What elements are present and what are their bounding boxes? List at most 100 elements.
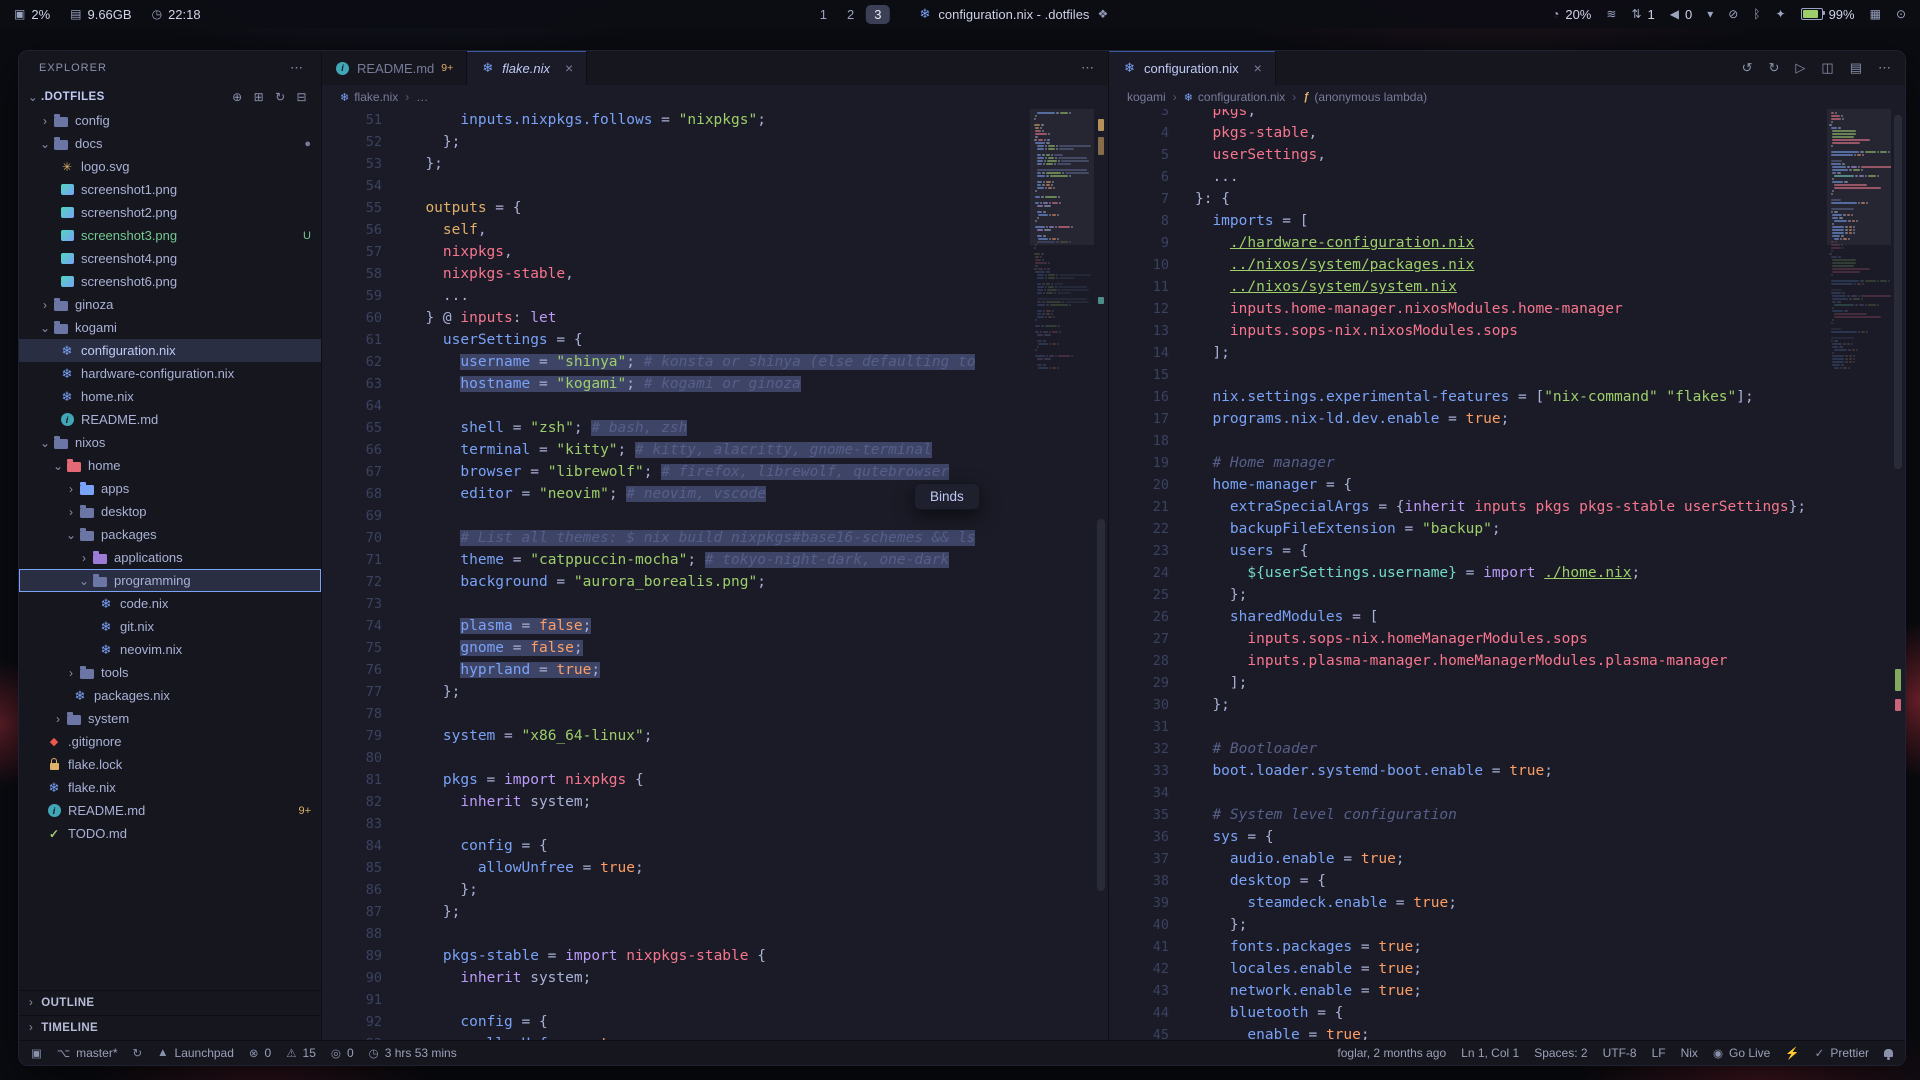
file-todo-md[interactable]: ✓TODO.md <box>19 822 321 845</box>
remote[interactable]: ▣ <box>31 1046 42 1060</box>
folder-home[interactable]: ⌄home <box>19 454 321 477</box>
file-screenshot2-png[interactable]: screenshot2.png <box>19 201 321 224</box>
git-branch[interactable]: ⌥master* <box>57 1046 118 1060</box>
tray-expand[interactable]: ▾ <box>1707 7 1713 21</box>
outline-section[interactable]: › OUTLINE <box>19 990 321 1015</box>
close-icon[interactable]: × <box>565 60 573 76</box>
file-logo-svg[interactable]: ✳logo.svg <box>19 155 321 178</box>
file-home-nix[interactable]: ❄home.nix <box>19 385 321 408</box>
close-icon[interactable]: × <box>1254 60 1262 76</box>
scrollbar-right[interactable] <box>1891 109 1905 1040</box>
tray[interactable]: ▦ <box>1870 7 1881 21</box>
ports[interactable]: ◎0 <box>331 1046 354 1060</box>
file-git-nix[interactable]: ❄git.nix <box>19 615 321 638</box>
bluetooth[interactable]: ᛒ <box>1753 7 1760 21</box>
extension-indicator[interactable]: ⚡ <box>1785 1046 1799 1060</box>
file-readme-md[interactable]: iREADME.md9+ <box>19 799 321 822</box>
file-flake-nix[interactable]: ❄flake.nix <box>19 776 321 799</box>
volume[interactable]: ◀0 <box>1670 7 1692 22</box>
minimap-right[interactable] <box>1827 109 1891 1040</box>
launchpad[interactable]: ▲Launchpad <box>157 1046 234 1060</box>
collapse-all-icon[interactable]: ⊟ <box>297 90 307 104</box>
language-mode[interactable]: Nix <box>1681 1046 1698 1060</box>
workspace-2[interactable]: 2 <box>839 5 862 24</box>
network-traffic[interactable]: ⇅1 <box>1631 7 1654 22</box>
folder-programming[interactable]: ⌄programming <box>19 569 321 592</box>
memory[interactable]: ▤9.66GB <box>70 7 131 22</box>
clock[interactable]: ◷22:18 <box>152 7 201 22</box>
file-screenshot3-png[interactable]: screenshot3.pngU <box>19 224 321 247</box>
code-editor-flake-nix[interactable]: 51inputs.nixpkgs.follows = "nixpkgs";52}… <box>322 109 1030 1040</box>
notifications[interactable] <box>1884 1049 1893 1057</box>
folder-applications[interactable]: ›applications <box>19 546 321 569</box>
cpu[interactable]: ▣2% <box>14 7 50 22</box>
breadcrumb-anonymous-lambda[interactable]: ƒ(anonymous lambda) <box>1303 90 1427 104</box>
encoding[interactable]: UTF-8 <box>1603 1046 1637 1060</box>
scrollbar-thumb[interactable] <box>1097 519 1105 891</box>
breadcrumb-kogami[interactable]: kogami <box>1127 90 1166 104</box>
more-actions-icon[interactable]: ⋯ <box>1878 60 1891 76</box>
microphone[interactable]: ⊘ <box>1728 7 1738 21</box>
file-code-nix[interactable]: ❄code.nix <box>19 592 321 615</box>
timeline-section[interactable]: › TIMELINE <box>19 1015 321 1040</box>
folder-packages[interactable]: ⌄packages <box>19 523 321 546</box>
eol[interactable]: LF <box>1652 1046 1666 1060</box>
go-forward-icon[interactable]: ↻ <box>1769 60 1780 76</box>
file-screenshot1-png[interactable]: screenshot1.png <box>19 178 321 201</box>
wifi[interactable]: ≋ <box>1606 7 1616 21</box>
indentation[interactable]: Spaces: 2 <box>1534 1046 1587 1060</box>
file-configuration-nix[interactable]: ❄configuration.nix <box>19 339 321 362</box>
file-neovim-nix[interactable]: ❄neovim.nix <box>19 638 321 661</box>
cursor-position[interactable]: Ln 1, Col 1 <box>1461 1046 1519 1060</box>
file-flake-lock[interactable]: flake.lock <box>19 753 321 776</box>
wakatime[interactable]: ◷3 hrs 53 mins <box>369 1046 457 1060</box>
breadcrumb-configuration-nix[interactable]: ❄configuration.nix <box>1184 90 1286 104</box>
new-file-icon[interactable]: ⊕ <box>232 90 242 104</box>
folder-config[interactable]: ›config <box>19 109 321 132</box>
prettier[interactable]: ✓Prettier <box>1815 1046 1869 1060</box>
new-folder-icon[interactable]: ⊞ <box>254 90 264 104</box>
breadcrumb-[interactable]: … <box>416 90 428 104</box>
errors[interactable]: ⊗0 <box>249 1046 271 1060</box>
layout-icon[interactable]: ▤ <box>1850 60 1862 76</box>
refresh-icon[interactable]: ↻ <box>275 90 285 104</box>
git-blame[interactable]: foglar, 2 months ago <box>1337 1046 1446 1060</box>
breadcrumb-flake-nix[interactable]: ❄flake.nix <box>340 90 398 104</box>
section-dotfiles[interactable]: ⌄ .DOTFILES ⊕⊞↻⊟ <box>19 85 321 109</box>
run-icon[interactable]: ▷ <box>1795 60 1805 76</box>
folder-tools[interactable]: ›tools <box>19 661 321 684</box>
file-packages-nix[interactable]: ❄packages.nix <box>19 684 321 707</box>
warnings[interactable]: ⚠15 <box>286 1046 316 1060</box>
battery[interactable]: 99% <box>1801 7 1855 22</box>
brightness[interactable]: ◔20% <box>1552 7 1591 22</box>
more-actions-icon[interactable]: ⋯ <box>1081 60 1094 76</box>
tab-flake-nix[interactable]: ❄flake.nix× <box>467 51 587 85</box>
minimap-left[interactable] <box>1030 109 1094 1040</box>
scrollbar-thumb[interactable] <box>1894 115 1902 469</box>
folder-apps[interactable]: ›apps <box>19 477 321 500</box>
folder-desktop[interactable]: ›desktop <box>19 500 321 523</box>
folder-system[interactable]: ›system <box>19 707 321 730</box>
scrollbar-left[interactable] <box>1094 109 1108 1040</box>
workspace-1[interactable]: 1 <box>812 5 835 24</box>
file-gitignore[interactable]: ◆.gitignore <box>19 730 321 753</box>
folder-kogami[interactable]: ⌄kogami <box>19 316 321 339</box>
explorer-more-actions[interactable]: ⋯ <box>290 60 303 76</box>
indicator[interactable]: ✦ <box>1776 7 1786 21</box>
folder-nixos[interactable]: ⌄nixos <box>19 431 321 454</box>
go-live[interactable]: ◉Go Live <box>1713 1046 1770 1060</box>
tab-readme-md[interactable]: iREADME.md9+ <box>322 51 467 85</box>
file-hardware-configuration-nix[interactable]: ❄hardware-configuration.nix <box>19 362 321 385</box>
tab-configuration-nix[interactable]: ❄configuration.nix× <box>1109 51 1276 85</box>
folder-docs[interactable]: ⌄docs● <box>19 132 321 155</box>
folder-ginoza[interactable]: ›ginoza <box>19 293 321 316</box>
workspace-3[interactable]: 3 <box>866 5 889 24</box>
code-editor-configuration-nix[interactable]: 3pkgs,4pkgs-stable,5userSettings,6...7}:… <box>1109 109 1827 1040</box>
file-screenshot4-png[interactable]: screenshot4.png <box>19 247 321 270</box>
split-editor-icon[interactable]: ◫ <box>1821 60 1833 76</box>
sync[interactable]: ↻ <box>132 1046 142 1060</box>
file-screenshot6-png[interactable]: screenshot6.png <box>19 270 321 293</box>
go-back-icon[interactable]: ↺ <box>1742 60 1753 76</box>
power[interactable]: ⊙ <box>1896 7 1906 21</box>
file-readme-md[interactable]: iREADME.md <box>19 408 321 431</box>
